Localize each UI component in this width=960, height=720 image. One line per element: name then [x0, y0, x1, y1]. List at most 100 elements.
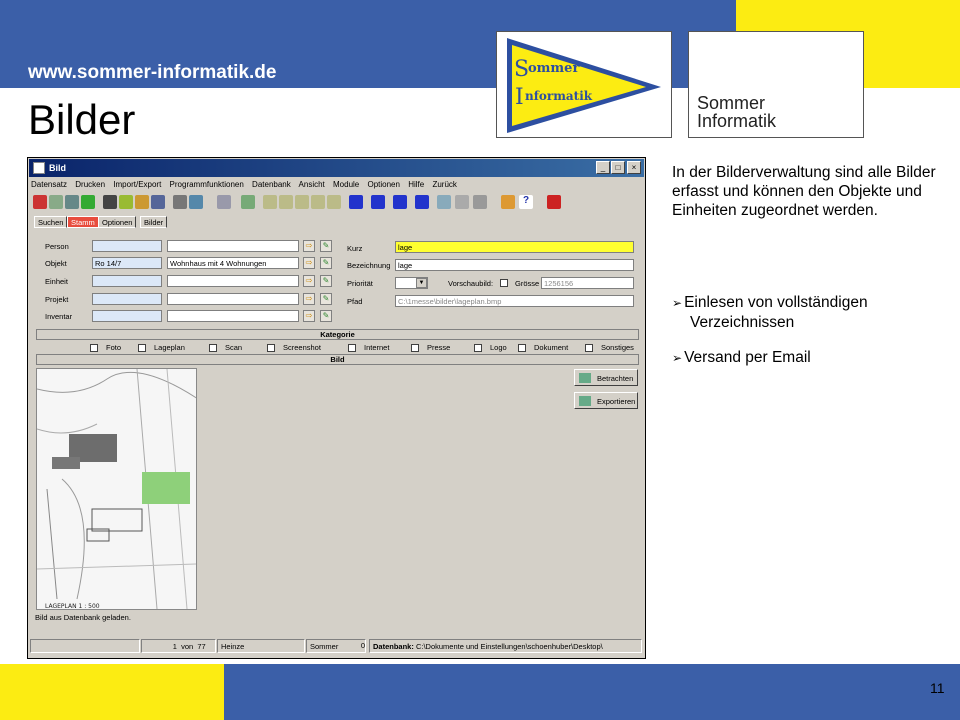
exit-icon[interactable] [547, 195, 561, 209]
database-label: Datenbank: [373, 642, 414, 651]
refresh-icon[interactable] [119, 195, 133, 209]
print-icon[interactable] [473, 195, 487, 209]
category-presse[interactable]: Presse [411, 343, 450, 353]
new-record-icon[interactable] [33, 195, 47, 209]
category-dokument[interactable]: Dokument [518, 343, 568, 353]
vorschaubild-checkbox[interactable] [500, 279, 508, 287]
last-record-icon[interactable] [311, 195, 325, 209]
tab-bilder[interactable]: Bilder [140, 216, 168, 228]
objekt-code-field[interactable]: Ro 14/7 [92, 257, 162, 269]
status-bar: 1 von 77 Heinze Sommer 0 Datenbank: C:\D… [30, 639, 642, 653]
edit-pencil-icon[interactable] [501, 195, 515, 209]
internet-checkbox[interactable] [348, 344, 356, 353]
category-screenshot[interactable]: Screenshot [267, 343, 321, 353]
help-icon[interactable]: ? [519, 195, 533, 209]
recycle-icon[interactable] [241, 195, 255, 209]
category-logo-label: Logo [490, 343, 507, 352]
menu-programmfunktionen[interactable]: Programmfunktionen [170, 180, 244, 189]
module-si-4-icon[interactable] [415, 195, 429, 209]
category-foto[interactable]: Foto [90, 343, 121, 353]
save-record-icon[interactable] [49, 195, 63, 209]
previous-record-icon[interactable] [279, 195, 293, 209]
settings-gear-icon[interactable] [173, 195, 187, 209]
search-binoculars-icon[interactable] [103, 195, 117, 209]
maximize-button[interactable]: □ [611, 161, 625, 174]
copy-record-icon[interactable] [65, 195, 79, 209]
module-si-3-icon[interactable] [393, 195, 407, 209]
list-icon[interactable] [151, 195, 165, 209]
einheit-lookup-icon[interactable]: ✎ [320, 275, 332, 287]
record-von: von [181, 642, 194, 651]
einheit-name-field[interactable] [167, 275, 299, 287]
category-scan[interactable]: Scan [209, 343, 242, 353]
inventar-lookup-icon[interactable]: ✎ [320, 310, 332, 322]
projekt-code-field[interactable] [92, 293, 162, 305]
menu-hilfe[interactable]: Hilfe [408, 180, 424, 189]
module-si-2-icon[interactable] [371, 195, 385, 209]
lageplan-checkbox[interactable] [138, 344, 146, 353]
menu-optionen[interactable]: Optionen [367, 180, 399, 189]
category-lageplan[interactable]: Lageplan [138, 343, 185, 353]
tab-suchen[interactable]: Suchen [34, 216, 68, 228]
menu-zurueck[interactable]: Zurück [432, 180, 456, 189]
site-plan-drawing: LAGEPLAN 1 : 500 [37, 369, 196, 609]
bullet-1-text-b: Verzeichnissen [690, 314, 795, 331]
prioritaet-label: Priorität [347, 279, 373, 288]
first-record-icon[interactable] [263, 195, 277, 209]
arrow-bullet-icon: ➢ [672, 351, 683, 365]
menu-import-export[interactable]: Import/Export [113, 180, 161, 189]
projekt-lookup-icon[interactable]: ✎ [320, 293, 332, 305]
projekt-goto-arrow-icon[interactable]: ⇨ [303, 293, 315, 305]
logo-checkbox[interactable] [474, 344, 482, 353]
einheit-code-field[interactable] [92, 275, 162, 287]
menu-drucken[interactable]: Drucken [75, 180, 105, 189]
inventar-goto-arrow-icon[interactable]: ⇨ [303, 310, 315, 322]
menu-datenbank[interactable]: Datenbank [252, 180, 291, 189]
screenshot-checkbox[interactable] [267, 344, 275, 353]
menu-datensatz[interactable]: Datensatz [31, 180, 67, 189]
excel-export-icon[interactable] [81, 195, 95, 209]
betrachten-button[interactable]: Betrachten [574, 369, 638, 386]
category-logo[interactable]: Logo [474, 343, 507, 353]
network-icon[interactable] [189, 195, 203, 209]
projekt-name-field[interactable] [167, 293, 299, 305]
inventar-name-field[interactable] [167, 310, 299, 322]
minimize-button[interactable]: _ [596, 161, 610, 174]
dokument-checkbox[interactable] [518, 344, 526, 353]
person-code-field[interactable] [92, 240, 162, 252]
close-button[interactable]: × [627, 161, 641, 174]
kurz-field[interactable]: lage [395, 241, 634, 253]
category-sonstiges[interactable]: Sonstiges [585, 343, 634, 353]
inventar-code-field[interactable] [92, 310, 162, 322]
filter-icon[interactable] [135, 195, 149, 209]
next-record-icon[interactable] [295, 195, 309, 209]
document-icon[interactable] [455, 195, 469, 209]
menu-module[interactable]: Module [333, 180, 359, 189]
presse-checkbox[interactable] [411, 344, 419, 353]
einheit-goto-arrow-icon[interactable]: ⇨ [303, 275, 315, 287]
disk-icon[interactable] [217, 195, 231, 209]
bezeichnung-field[interactable]: lage [395, 259, 634, 271]
tab-optionen[interactable]: Optionen [98, 216, 137, 228]
objekt-lookup-icon[interactable]: ✎ [320, 257, 332, 269]
person-goto-arrow-icon[interactable]: ⇨ [303, 240, 315, 252]
database-path: C:\Dokumente und Einstellungen\schoenhub… [415, 642, 603, 651]
image-icon[interactable] [437, 195, 451, 209]
inventar-label: Inventar [45, 312, 73, 321]
logo-word-nformatik: nformatik [525, 89, 593, 103]
window-titlebar[interactable]: Bild [29, 159, 644, 177]
menu-ansicht[interactable]: Ansicht [299, 180, 325, 189]
module-si-1-icon[interactable] [349, 195, 363, 209]
objekt-goto-arrow-icon[interactable]: ⇨ [303, 257, 315, 269]
prioritaet-dropdown-chevron-icon[interactable]: ▼ [416, 278, 427, 288]
jump-record-icon[interactable] [327, 195, 341, 209]
person-lookup-icon[interactable]: ✎ [320, 240, 332, 252]
foto-checkbox[interactable] [90, 344, 98, 353]
tab-stamm[interactable]: Stamm [67, 216, 99, 228]
exportieren-button[interactable]: Exportieren [574, 392, 638, 409]
category-internet[interactable]: Internet [348, 343, 389, 353]
person-name-field[interactable] [167, 240, 299, 252]
sonstiges-checkbox[interactable] [585, 344, 593, 353]
objekt-name-field[interactable]: Wohnhaus mit 4 Wohnungen [167, 257, 299, 269]
scan-checkbox[interactable] [209, 344, 217, 353]
